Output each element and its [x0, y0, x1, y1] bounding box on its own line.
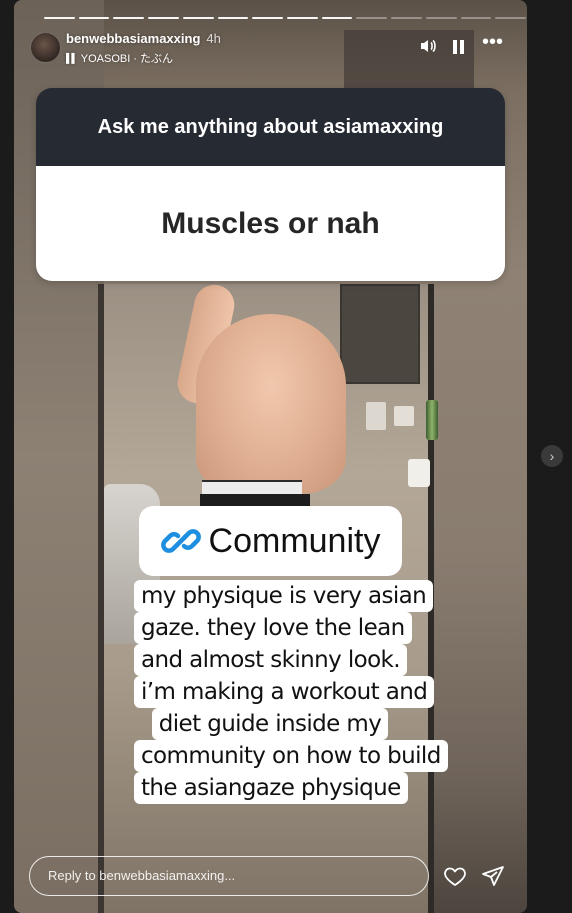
progress-segment: [495, 17, 527, 19]
photo-waistband: [202, 480, 302, 494]
caption-line: gaze. they love the lean: [134, 612, 412, 644]
progress-segment: [113, 17, 145, 19]
heart-icon[interactable]: [443, 864, 467, 888]
question-answer: Muscles or nah: [36, 166, 505, 281]
progress-segment: [391, 17, 422, 19]
progress-segment: [252, 17, 284, 19]
progress-segment: [44, 17, 75, 19]
progress-segment: [425, 17, 457, 19]
caption-line: community on how to build: [134, 740, 448, 772]
progress-segment: [182, 17, 214, 19]
photo-torso: [196, 314, 346, 494]
chevron-right-icon[interactable]: ›: [541, 445, 563, 467]
photo-mug: [408, 459, 430, 487]
story-viewer: benwebbasiamaxxing 4h ▌▌ YOASOBI · たぶん ••…: [0, 0, 572, 913]
photo-can: [426, 400, 438, 440]
progress-segment: [78, 17, 110, 19]
username[interactable]: benwebbasiamaxxing 4h: [66, 31, 221, 46]
post-time: 4h: [206, 31, 221, 46]
speaker-icon[interactable]: [420, 38, 436, 59]
progress-segment: [321, 17, 353, 19]
caption-line: my physique is very asian: [134, 580, 434, 612]
progress-segment: [217, 17, 249, 19]
link-sticker[interactable]: Community: [139, 506, 402, 576]
photo-switch: [366, 402, 386, 430]
pause-icon[interactable]: [453, 38, 464, 59]
photo-outlet: [394, 406, 414, 426]
progress-segment: [287, 17, 318, 19]
progress-segment: [356, 17, 388, 19]
avatar[interactable]: [30, 32, 61, 63]
caption-line: diet guide inside my: [151, 708, 389, 740]
question-prompt: Ask me anything about asiamaxxing: [36, 88, 505, 166]
caption-line: and almost skinny look.: [134, 644, 407, 676]
music-label: YOASOBI · たぶん: [80, 53, 174, 65]
story-header: benwebbasiamaxxing 4h ▌▌ YOASOBI · たぶん ••…: [30, 30, 512, 66]
caption-line: the asiangaze physique: [134, 772, 408, 804]
progress-segment: [148, 17, 179, 19]
music-track[interactable]: ▌▌ YOASOBI · たぶん: [66, 50, 173, 66]
music-bars-icon: ▌▌: [66, 53, 78, 63]
caption-text: my physique is very asian gaze. they lov…: [134, 580, 448, 804]
more-dots-icon[interactable]: •••: [482, 32, 503, 52]
progress-segment: [460, 17, 492, 19]
caption-line: i’m making a workout and: [134, 676, 435, 708]
send-icon[interactable]: [481, 864, 505, 888]
link-icon: [160, 529, 201, 553]
question-sticker[interactable]: Ask me anything about asiamaxxing Muscle…: [36, 88, 505, 281]
story-progress-bar: [44, 17, 527, 20]
photo-wall-panel: [340, 284, 420, 384]
reply-input[interactable]: Reply to benwebbasiamaxxing...: [29, 856, 429, 896]
link-label: Community: [208, 521, 381, 560]
